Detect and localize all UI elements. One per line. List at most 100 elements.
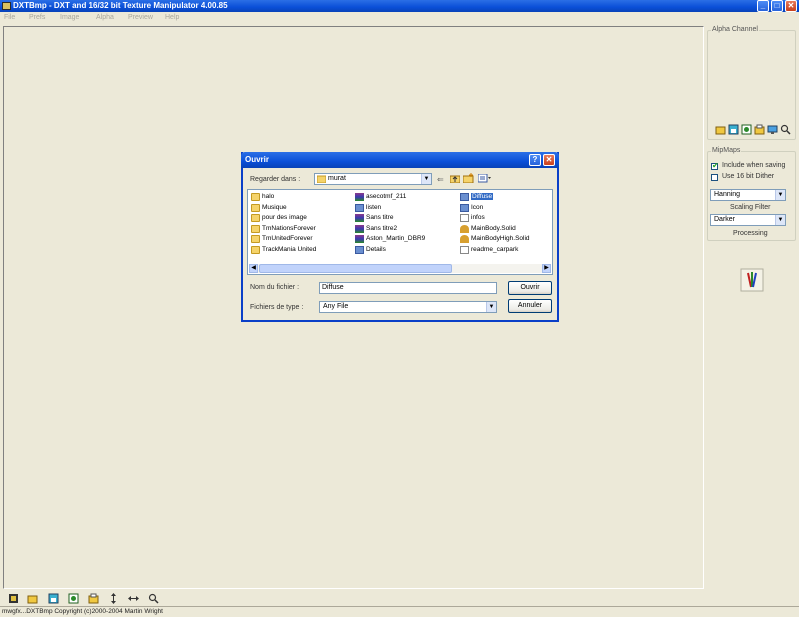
file-item[interactable]: Sans titre2 <box>355 224 397 234</box>
maximize-button[interactable]: □ <box>771 0 783 12</box>
solid-file-icon <box>460 235 469 244</box>
monitor-alpha-icon[interactable] <box>767 124 778 135</box>
scroll-right-icon[interactable]: ▶ <box>542 264 551 273</box>
title-bar: DXTBmp - DXT and 16/32 bit Texture Manip… <box>0 0 799 12</box>
file-name: halo <box>262 193 275 200</box>
folder-alpha-icon[interactable] <box>754 124 765 135</box>
open-alpha-icon[interactable] <box>715 124 726 135</box>
file-name: infos <box>471 214 485 222</box>
look-in-select[interactable]: murat ▼ <box>314 173 432 185</box>
horizontal-flip-icon[interactable] <box>128 593 139 604</box>
folder-icon <box>251 246 260 254</box>
open-folder-icon[interactable] <box>27 593 38 604</box>
archive-icon <box>355 235 364 244</box>
folder-icon <box>251 224 260 233</box>
file-item[interactable]: TmNationsForever <box>251 224 316 234</box>
folder-icon <box>251 203 260 212</box>
filetype-value: Any File <box>323 303 349 310</box>
file-item[interactable]: listen <box>355 203 381 213</box>
menu-preview[interactable]: Preview <box>128 14 153 21</box>
logo-icon[interactable] <box>8 593 19 604</box>
file-item[interactable]: halo <box>251 192 274 202</box>
file-item[interactable]: Details <box>355 245 386 255</box>
up-folder-icon[interactable] <box>450 174 460 183</box>
scroll-thumb[interactable] <box>259 264 452 273</box>
new-folder-icon[interactable] <box>463 173 474 183</box>
image-file-icon <box>460 203 469 212</box>
scaling-filter-select[interactable]: Hanning ▼ <box>710 189 786 201</box>
text-file-icon <box>460 246 469 254</box>
mipmaps-title: MipMaps <box>711 147 742 154</box>
picture-icon[interactable] <box>68 593 79 604</box>
menu-file[interactable]: File <box>4 14 15 21</box>
processing-select[interactable]: Darker ▼ <box>710 214 786 226</box>
back-arrow-icon[interactable]: ⇐ <box>437 175 444 184</box>
scroll-left-icon[interactable]: ◀ <box>249 264 258 273</box>
file-name: Details <box>366 246 386 253</box>
file-item[interactable]: TrackMania United <box>251 245 316 255</box>
status-bar: mwgfx...DXTBmp Copyright (c)2000-2004 Ma… <box>0 606 799 617</box>
file-item[interactable]: Icon <box>460 203 483 213</box>
file-name: Sans titre2 <box>366 224 398 232</box>
picture-alpha-icon[interactable] <box>741 124 752 135</box>
file-item[interactable]: Sans titre <box>355 213 393 223</box>
file-name: asecotmf_211 <box>366 193 407 200</box>
file-item[interactable]: Musique <box>251 203 287 213</box>
zoom-alpha-icon[interactable] <box>780 124 791 135</box>
open-button[interactable]: Ouvrir <box>508 281 552 295</box>
file-name: TmNationsForever <box>262 224 316 232</box>
menu-alpha[interactable]: Alpha <box>96 14 114 21</box>
include-when-saving-checkbox[interactable]: ✔ <box>711 161 719 170</box>
file-item[interactable]: pour des image <box>251 213 307 223</box>
file-name: readme_carpark <box>471 246 519 253</box>
menu-prefs[interactable]: Prefs <box>29 14 45 21</box>
filename-input[interactable]: Diffuse <box>319 282 497 294</box>
zoom-icon[interactable] <box>148 593 159 604</box>
file-name: Musique <box>262 203 287 211</box>
file-name: TrackMania United <box>262 246 317 253</box>
cancel-button[interactable]: Annuler <box>508 299 552 313</box>
file-item[interactable]: asecotmf_211 <box>355 192 406 202</box>
look-in-value: murat <box>328 175 346 182</box>
vertical-flip-icon[interactable] <box>108 593 119 604</box>
view-menu-icon[interactable] <box>478 174 492 183</box>
save-icon[interactable] <box>48 593 59 604</box>
bottom-toolbar <box>0 591 799 606</box>
file-item[interactable]: Aston_Martin_DBR9 <box>355 234 425 244</box>
folder-image-icon[interactable] <box>88 593 99 604</box>
image-file-icon <box>355 246 364 254</box>
file-item[interactable]: MainBody.Solid <box>460 224 516 234</box>
file-list[interactable]: halo Musique pour des image TmNationsForeve… <box>247 189 553 275</box>
scaling-filter-value: Hanning <box>714 191 741 198</box>
file-item[interactable]: Diffuse <box>460 192 494 202</box>
app-icon <box>2 2 11 10</box>
minimize-button[interactable]: _ <box>757 0 769 12</box>
archive-icon <box>355 214 364 223</box>
menu-image[interactable]: Image <box>60 14 79 21</box>
file-item[interactable]: readme_carpark <box>460 245 518 255</box>
file-name: Aston_Martin_DBR9 <box>366 235 426 243</box>
save-alpha-icon[interactable] <box>728 124 739 135</box>
file-item[interactable]: MainBodyHigh.Solid <box>460 234 530 244</box>
filetype-select[interactable]: Any File ▼ <box>319 301 497 313</box>
chevron-down-icon: ▼ <box>775 190 785 200</box>
alpha-channel-title: Alpha Channel <box>711 26 759 33</box>
help-button[interactable]: ? <box>529 154 541 166</box>
file-name: listen <box>366 203 382 211</box>
folder-icon <box>317 175 326 183</box>
folder-icon <box>251 235 260 244</box>
paint-brushes-icon[interactable] <box>740 268 764 292</box>
menu-help[interactable]: Help <box>165 14 179 21</box>
include-when-saving-label: Include when saving <box>722 162 786 169</box>
file-item[interactable]: TmUnitedForever <box>251 234 313 244</box>
dither-checkbox[interactable] <box>711 174 718 181</box>
image-file-icon <box>355 203 364 212</box>
file-name: pour des image <box>262 214 307 222</box>
dialog-title-bar: Ouvrir ? ✕ <box>241 152 559 168</box>
file-item[interactable]: infos <box>460 213 485 223</box>
dialog-close-button[interactable]: ✕ <box>543 154 555 166</box>
close-button[interactable]: ✕ <box>785 0 797 12</box>
horizontal-scrollbar[interactable]: ◀ ▶ <box>249 264 551 273</box>
filename-label: Nom du fichier : <box>250 284 300 291</box>
look-in-label: Regarder dans : <box>250 176 301 183</box>
